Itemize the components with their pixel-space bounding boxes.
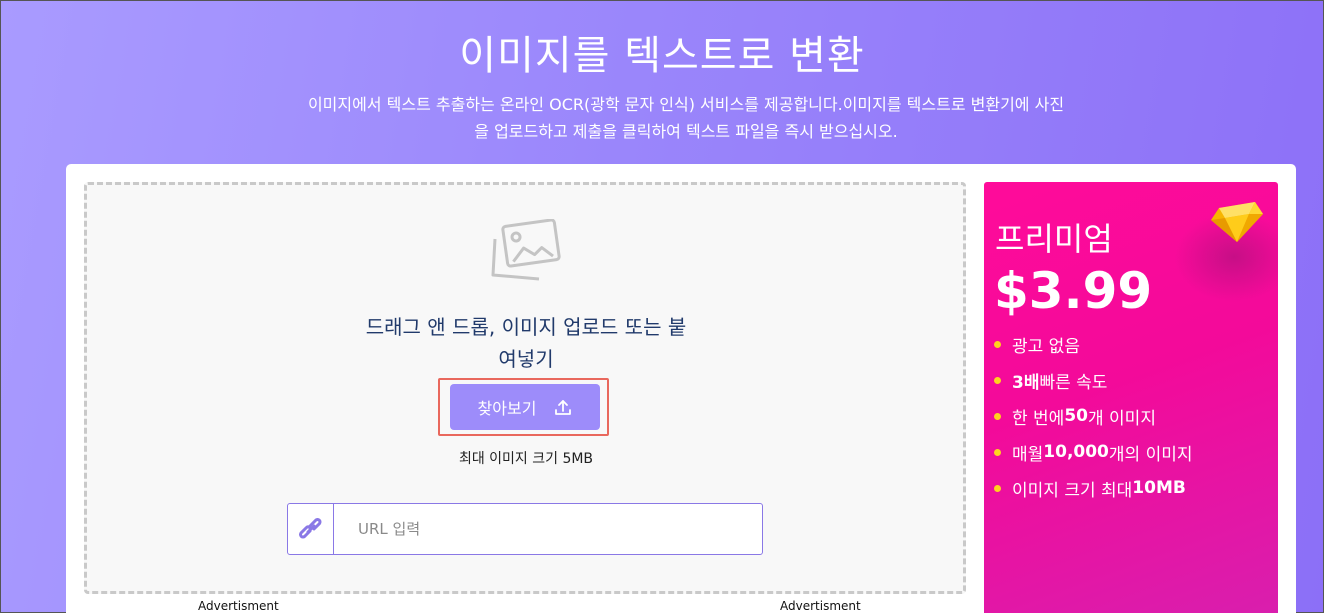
bullet-dot	[994, 412, 1001, 420]
dropzone-instructions: 드래그 앤 드롭, 이미지 업로드 또는 붙 여넣기	[331, 311, 721, 375]
bullet-dot	[994, 484, 1001, 492]
url-input[interactable]	[334, 504, 762, 554]
premium-feature: 3배 빠른 속도	[994, 362, 1193, 398]
link-icon	[298, 518, 321, 539]
premium-feature: 광고 없음	[994, 326, 1193, 362]
url-icon-cell	[288, 504, 334, 554]
premium-feature: 한 번에 50 개 이미지	[994, 398, 1193, 434]
image-placeholder-icon	[491, 219, 561, 281]
dropzone-instructions-line2: 여넣기	[498, 347, 554, 371]
max-size-note: 최대 이미지 크기 5MB	[458, 451, 594, 467]
browse-button-label: 찾아보기	[477, 399, 537, 418]
page-description: 이미지에서 텍스트 추출하는 온라인 OCR(광학 문자 인식) 서비스를 제공…	[226, 91, 1146, 145]
premium-feature: 이미지 크기 최대 10MB	[994, 470, 1193, 506]
url-field	[287, 503, 763, 555]
upload-arrow-icon	[555, 400, 572, 415]
page-description-line2: 을 업로드하고 제출을 클릭하여 텍스트 파일을 즉시 받으십시오.	[474, 122, 898, 141]
ad-label-left: Advertisment	[198, 599, 279, 613]
browse-button[interactable]: 찾아보기	[450, 384, 600, 430]
bullet-dot	[994, 340, 1001, 348]
premium-price: $3.99	[994, 262, 1153, 320]
premium-title: 프리미엄	[995, 220, 1113, 258]
page-description-line1: 이미지에서 텍스트 추출하는 온라인 OCR(광학 문자 인식) 서비스를 제공…	[307, 95, 1065, 114]
ad-label-right: Advertisment	[780, 599, 861, 613]
bullet-dot	[994, 376, 1001, 384]
dropzone-instructions-line1: 드래그 앤 드롭, 이미지 업로드 또는 붙	[365, 315, 687, 339]
premium-panel[interactable]: 프리미엄 $3.99 광고 없음 3배 빠른 속도 한 번에 50 개 이미지 매…	[984, 182, 1278, 613]
bullet-dot	[994, 448, 1001, 456]
diamond-icon	[1211, 202, 1263, 242]
premium-feature: 매월 10,000 개의 이미지	[994, 434, 1193, 470]
premium-feature-list: 광고 없음 3배 빠른 속도 한 번에 50 개 이미지 매월 10,000 개의 …	[994, 326, 1193, 506]
page-title: 이미지를 텍스트로 변환	[459, 33, 865, 79]
